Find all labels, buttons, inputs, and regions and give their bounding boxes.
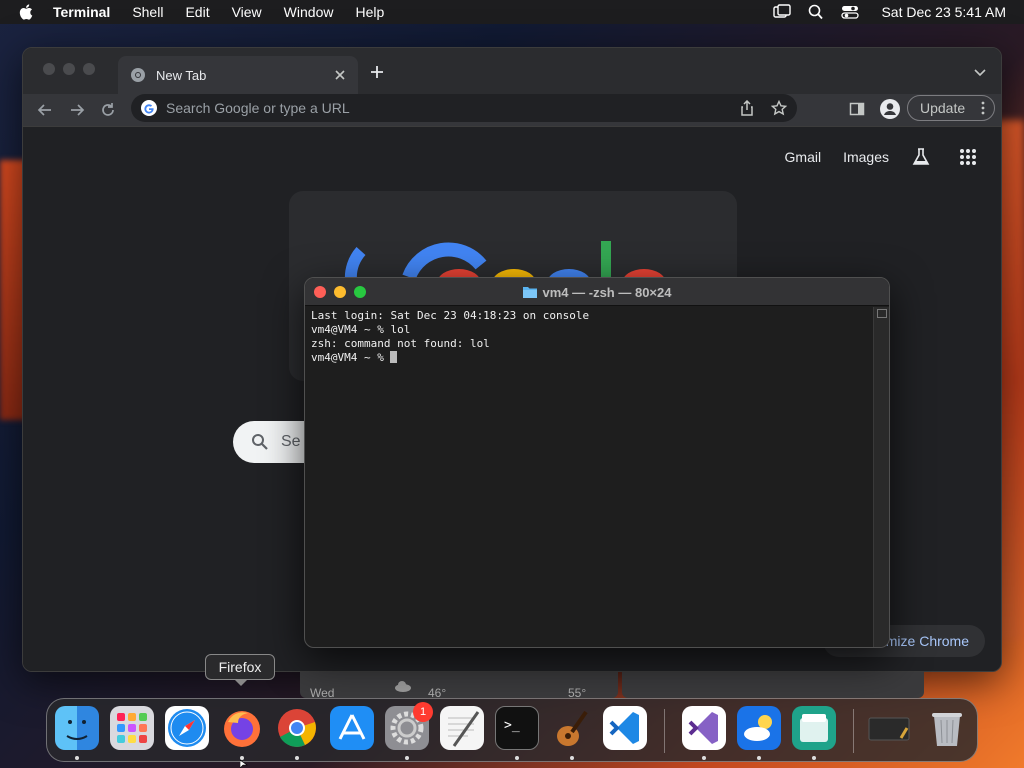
menu-app-terminal[interactable]: Terminal — [53, 4, 110, 20]
terminal-prompt: vm4@VM4 ~ % — [311, 351, 391, 364]
labs-flask-icon[interactable] — [911, 147, 931, 167]
recent-window-thumbnail-icon[interactable] — [867, 706, 911, 750]
ntp-search-placeholder: Se — [281, 433, 301, 450]
safari-icon[interactable] — [165, 706, 209, 750]
chrome-close-button[interactable] — [43, 63, 55, 75]
spotlight-search-icon[interactable] — [807, 4, 825, 20]
google-apps-grid-icon[interactable] — [959, 148, 977, 166]
omnibox[interactable]: Search Google or type a URL — [131, 94, 797, 122]
trash-icon[interactable] — [925, 706, 969, 750]
apple-icon[interactable] — [18, 3, 36, 21]
widget-strip-right — [622, 672, 924, 698]
terminal-app-icon[interactable]: >_ — [495, 706, 539, 750]
visual-studio-running-indicator — [702, 756, 706, 760]
back-arrow-icon[interactable] — [37, 102, 53, 118]
tab-title: New Tab — [156, 67, 207, 83]
weather-app-icon[interactable] — [737, 706, 781, 750]
bookmark-star-icon[interactable] — [771, 100, 787, 116]
chrome-favicon-icon — [131, 68, 145, 82]
cloud-icon — [395, 681, 411, 692]
textedit-icon[interactable] — [440, 706, 484, 750]
ntp-top-links: Gmail Images — [785, 147, 977, 167]
mouse-pointer-icon — [240, 760, 248, 768]
settings-running-indicator — [405, 756, 409, 760]
chrome-tab-bar: New Tab — [23, 48, 1001, 94]
finder-running-indicator — [75, 756, 79, 760]
more-menu-icon[interactable] — [980, 101, 986, 115]
chrome-app-icon[interactable] — [275, 706, 319, 750]
terminal-prompt-line: vm4@VM4 ~ % — [311, 351, 869, 365]
menubar-clock[interactable]: Sat Dec 23 5:41 AM — [881, 4, 1006, 20]
google-g-icon — [141, 100, 157, 116]
launchpad-icon[interactable] — [110, 706, 154, 750]
terminal-line: zsh: command not found: lol — [311, 337, 490, 350]
menu-edit[interactable]: Edit — [185, 4, 209, 20]
vscode-icon[interactable] — [603, 706, 647, 750]
firefox-icon[interactable] — [220, 706, 264, 750]
forward-arrow-icon[interactable] — [69, 102, 85, 118]
screen-mirroring-icon[interactable] — [773, 4, 792, 20]
terminal-scroll-button[interactable] — [877, 309, 887, 318]
dock-tooltip: Firefox — [205, 654, 275, 686]
new-tab-plus-icon[interactable] — [369, 64, 385, 80]
menu-window[interactable]: Window — [284, 4, 334, 20]
terminal-cursor — [390, 351, 398, 363]
terminal-window: vm4 — -zsh — 80×24 Last login: Sat Dec 2… — [304, 277, 890, 648]
omnibox-placeholder: Search Google or type a URL — [166, 100, 350, 116]
garageband-running-indicator — [570, 756, 574, 760]
finder-icon[interactable] — [55, 706, 99, 750]
chrome-running-indicator — [295, 756, 299, 760]
terminal-running-indicator — [515, 756, 519, 760]
file-cabinet-running-indicator — [812, 756, 816, 760]
settings-notification-badge: 1 — [413, 702, 433, 722]
weather-widget-strip: Wed 46° 55° — [300, 672, 618, 698]
chrome-minimize-button[interactable] — [63, 63, 75, 75]
control-center-icon[interactable] — [841, 4, 860, 20]
menu-view[interactable]: View — [232, 4, 262, 20]
terminal-line: vm4@VM4 ~ % lol — [311, 323, 411, 336]
update-button[interactable]: Update — [907, 95, 995, 121]
dock-separator — [664, 709, 665, 753]
terminal-line: Last login: Sat Dec 23 04:18:23 on conso… — [311, 309, 590, 322]
side-panel-icon[interactable] — [849, 101, 865, 117]
weather-temp-low: 46° — [428, 686, 447, 698]
svg-text:>_: >_ — [504, 718, 520, 733]
weather-running-indicator — [757, 756, 761, 760]
visual-studio-icon[interactable] — [682, 706, 726, 750]
dock: >_ — [46, 698, 978, 762]
menubar-status-area: Sat Dec 23 5:41 AM — [757, 0, 1006, 24]
folder-icon — [522, 287, 537, 298]
tab-close-icon[interactable] — [332, 67, 348, 83]
app-store-icon[interactable] — [330, 706, 374, 750]
customize-chrome-label: omize Chrome — [877, 633, 969, 649]
tab-new-tab[interactable]: New Tab — [118, 56, 358, 94]
file-cabinet-icon[interactable] — [792, 706, 836, 750]
dock-separator — [853, 709, 854, 753]
menu-help[interactable]: Help — [355, 4, 384, 20]
terminal-output[interactable]: Last login: Sat Dec 23 04:18:23 on conso… — [305, 307, 875, 647]
garageband-icon[interactable] — [550, 706, 594, 750]
share-icon[interactable] — [739, 100, 755, 116]
chrome-toolbar: Search Google or type a URL Update — [23, 94, 1001, 126]
gmail-link[interactable]: Gmail — [785, 149, 822, 165]
terminal-title: vm4 — -zsh — 80×24 — [305, 278, 889, 306]
images-link[interactable]: Images — [843, 149, 889, 165]
weather-day: Wed — [310, 686, 335, 698]
update-label: Update — [920, 100, 966, 116]
profile-avatar-icon[interactable] — [880, 99, 900, 119]
weather-temp-high: 55° — [568, 686, 587, 698]
terminal-scrollbar[interactable] — [873, 307, 889, 647]
terminal-title-text: vm4 — -zsh — 80×24 — [542, 284, 672, 300]
reload-icon[interactable] — [100, 102, 116, 118]
tab-search-chevron-icon[interactable] — [973, 65, 987, 79]
menu-shell[interactable]: Shell — [132, 4, 163, 20]
search-icon — [252, 434, 268, 450]
chrome-zoom-button[interactable] — [83, 63, 95, 75]
menu-bar: Terminal Shell Edit View Window Help Sat… — [0, 0, 1024, 24]
